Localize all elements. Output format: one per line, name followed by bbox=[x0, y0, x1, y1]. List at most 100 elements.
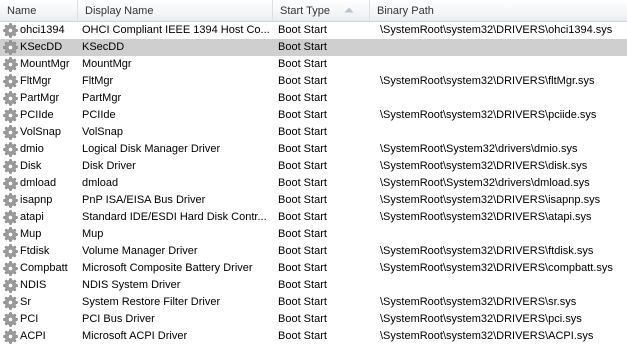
cell-display-name: PCI Bus Driver bbox=[82, 313, 155, 325]
cell-name: Mup bbox=[0, 226, 80, 243]
cell-binary-path: \SystemRoot\system32\DRIVERS\isapnp.sys bbox=[380, 194, 601, 206]
gear-icon bbox=[3, 227, 18, 242]
gear-icon bbox=[3, 40, 18, 55]
cell-name: Ftdisk bbox=[0, 243, 80, 260]
cell-name: dmload bbox=[0, 175, 80, 192]
gear-icon bbox=[3, 312, 18, 327]
table-row[interactable]: isapnp PnP ISA/EISA Bus Driver Boot Start \… bbox=[0, 192, 627, 209]
cell-binary-path: \SystemRoot\system32\DRIVERS\ftdisk.sys bbox=[380, 245, 594, 257]
cell-binary-path: \SystemRoot\system32\DRIVERS\sr.sys bbox=[380, 296, 577, 308]
cell-name: PCIIde bbox=[0, 107, 80, 124]
cell-name: NDIS bbox=[0, 277, 80, 294]
table-row[interactable]: PCIIde PCIIde Boot Start \SystemRoot\system… bbox=[0, 107, 627, 124]
table-row[interactable]: KSecDD KSecDD Boot Start bbox=[0, 39, 627, 56]
table-row[interactable]: MountMgr MountMgr Boot Start bbox=[0, 56, 627, 73]
gear-icon bbox=[3, 108, 18, 123]
cell-name: isapnp bbox=[0, 192, 80, 209]
service-name: PCI bbox=[20, 313, 39, 325]
cell-start-type: Boot Start bbox=[278, 92, 327, 104]
column-header-name[interactable]: Name bbox=[0, 0, 78, 21]
cell-binary-path: \SystemRoot\System32\drivers\dmload.sys bbox=[380, 177, 590, 189]
service-name: FltMgr bbox=[20, 75, 52, 87]
cell-binary-path bbox=[380, 90, 627, 107]
cell-start-type: Boot Start bbox=[278, 228, 327, 240]
cell-binary-path bbox=[380, 56, 627, 73]
table-row[interactable]: Sr System Restore Filter Driver Boot Start… bbox=[0, 294, 627, 311]
table-row[interactable]: Ftdisk Volume Manager Driver Boot Start \Sy… bbox=[0, 243, 627, 260]
cell-start-type: Boot Start bbox=[278, 58, 327, 70]
gear-icon bbox=[3, 278, 18, 293]
gear-icon bbox=[3, 125, 18, 140]
column-header-binary-path-label: Binary Path bbox=[377, 5, 434, 17]
cell-display-name: PCIIde bbox=[82, 109, 116, 121]
cell-name: VolSnap bbox=[0, 124, 80, 141]
table-row[interactable]: PartMgr PartMgr Boot Start bbox=[0, 90, 627, 107]
cell-start-type: Boot Start bbox=[278, 24, 327, 36]
gear-icon bbox=[3, 193, 18, 208]
cell-display-name: MountMgr bbox=[82, 58, 132, 70]
table-row[interactable]: Compbatt Microsoft Composite Battery Driv… bbox=[0, 260, 627, 277]
column-header-display-name[interactable]: Display Name bbox=[78, 0, 273, 21]
gear-icon bbox=[3, 176, 18, 191]
gear-icon bbox=[3, 57, 18, 72]
cell-start-type: Boot Start bbox=[278, 262, 327, 274]
table-row[interactable]: ACPI Microsoft ACPI Driver Boot Start \Syst… bbox=[0, 328, 627, 345]
table-row[interactable]: dmio Logical Disk Manager Driver Boot Star… bbox=[0, 141, 627, 158]
cell-display-name: PartMgr bbox=[82, 92, 122, 104]
service-name: KSecDD bbox=[20, 41, 63, 53]
gear-icon bbox=[3, 244, 18, 259]
cell-name: Compbatt bbox=[0, 260, 80, 277]
table-row[interactable]: FltMgr FltMgr Boot Start \SystemRoot\system… bbox=[0, 73, 627, 90]
cell-display-name: dmload bbox=[82, 177, 119, 189]
table-row[interactable]: dmload dmload Boot Start \SystemRoot\System… bbox=[0, 175, 627, 192]
cell-name: MountMgr bbox=[0, 56, 80, 73]
gear-icon bbox=[3, 261, 18, 276]
cell-start-type: Boot Start bbox=[278, 330, 327, 342]
cell-start-type: Boot Start bbox=[278, 296, 327, 308]
services-table: Name Display Name Start Type Binary Path… bbox=[0, 0, 627, 348]
cell-binary-path bbox=[380, 226, 627, 243]
table-row[interactable]: PCI PCI Bus Driver Boot Start \SystemRoot\s… bbox=[0, 311, 627, 328]
cell-start-type: Boot Start bbox=[278, 194, 327, 206]
cell-display-name: Standard IDE/ESDI Hard Disk Contr... bbox=[82, 211, 267, 223]
service-name: Sr bbox=[20, 296, 31, 308]
table-row[interactable]: VolSnap VolSnap Boot Start bbox=[0, 124, 627, 141]
cell-name: atapi bbox=[0, 209, 80, 226]
table-row[interactable]: Disk Disk Driver Boot Start \SystemRoot\sys… bbox=[0, 158, 627, 175]
cell-start-type: Boot Start bbox=[278, 313, 327, 325]
cell-display-name: Logical Disk Manager Driver bbox=[82, 143, 221, 155]
column-header-display-name-label: Display Name bbox=[85, 5, 154, 17]
service-name: Ftdisk bbox=[20, 245, 50, 257]
cell-display-name: Volume Manager Driver bbox=[82, 245, 198, 257]
cell-binary-path bbox=[380, 277, 627, 294]
column-header-binary-path[interactable]: Binary Path bbox=[370, 0, 627, 21]
cell-binary-path: \SystemRoot\system32\DRIVERS\pci.sys bbox=[380, 313, 582, 325]
table-row[interactable]: atapi Standard IDE/ESDI Hard Disk Contr..… bbox=[0, 209, 627, 226]
column-header-start-type-label: Start Type bbox=[280, 5, 330, 17]
table-header: Name Display Name Start Type Binary Path bbox=[0, 0, 627, 22]
cell-binary-path: \SystemRoot\system32\DRIVERS\ACPI.sys bbox=[380, 330, 594, 342]
column-header-start-type[interactable]: Start Type bbox=[273, 0, 370, 21]
table-row[interactable]: Mup Mup Boot Start bbox=[0, 226, 627, 243]
service-name: ohci1394 bbox=[20, 24, 65, 36]
cell-name: KSecDD bbox=[0, 39, 80, 56]
cell-start-type: Boot Start bbox=[278, 41, 327, 53]
table-row[interactable]: ohci1394 OHCI Compliant IEEE 1394 Host Co… bbox=[0, 22, 627, 39]
cell-binary-path: \SystemRoot\system32\DRIVERS\ohci1394.sy… bbox=[380, 24, 613, 36]
cell-display-name: Disk Driver bbox=[82, 160, 136, 172]
cell-display-name: Microsoft ACPI Driver bbox=[82, 330, 188, 342]
cell-binary-path bbox=[380, 124, 627, 141]
table-row[interactable]: NDIS NDIS System Driver Boot Start bbox=[0, 277, 627, 294]
cell-display-name: PnP ISA/EISA Bus Driver bbox=[82, 194, 206, 206]
cell-display-name: VolSnap bbox=[82, 126, 123, 138]
cell-name: Sr bbox=[0, 294, 80, 311]
cell-binary-path: \SystemRoot\system32\DRIVERS\atapi.sys bbox=[380, 211, 592, 223]
gear-icon bbox=[3, 23, 18, 38]
cell-start-type: Boot Start bbox=[278, 109, 327, 121]
cell-name: PCI bbox=[0, 311, 80, 328]
gear-icon bbox=[3, 74, 18, 89]
gear-icon bbox=[3, 210, 18, 225]
cell-start-type: Boot Start bbox=[278, 279, 327, 291]
cell-name: ACPI bbox=[0, 328, 80, 345]
cell-start-type: Boot Start bbox=[278, 177, 327, 189]
